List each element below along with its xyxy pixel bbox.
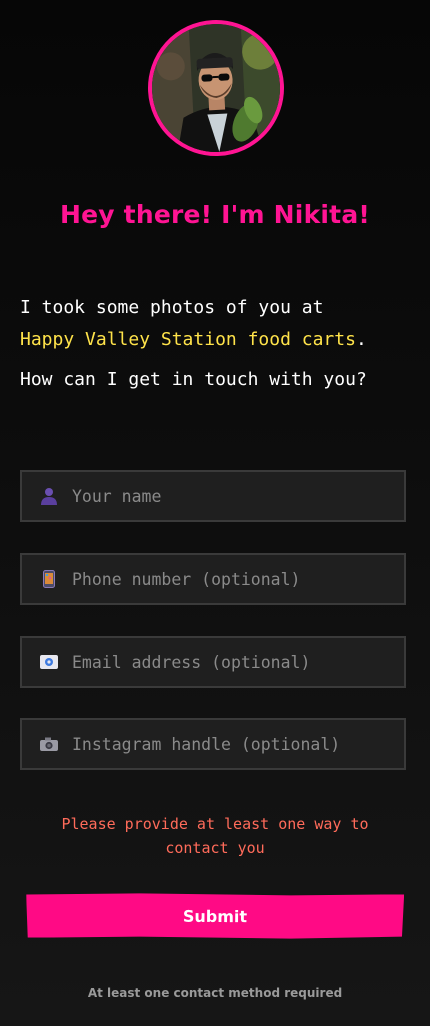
- camera-icon: [40, 735, 58, 753]
- person-icon: [40, 487, 58, 505]
- intro-period: .: [355, 329, 367, 350]
- greeting-heading: Hey there! I'm Nikita!: [60, 200, 370, 229]
- error-message: Please provide at least one way to conta…: [61, 815, 369, 857]
- intro-paragraph: I took some photos of you at Happy Valley…: [20, 292, 415, 356]
- location-highlight: Happy Valley Station food carts: [20, 329, 356, 350]
- name-field[interactable]: [20, 470, 406, 522]
- intro-line: I took some photos of you at: [20, 297, 324, 318]
- email-input[interactable]: [72, 652, 404, 672]
- instagram-field[interactable]: [20, 718, 406, 770]
- avatar-photo: [144, 16, 288, 160]
- profile-avatar: [144, 16, 288, 160]
- footnote-text: At least one contact method required: [87, 986, 343, 1000]
- phone-field[interactable]: [20, 553, 406, 605]
- submit-button[interactable]: Submit: [26, 892, 404, 941]
- contact-question: How can I get in touch with you?: [20, 369, 367, 390]
- intro-text: I took some photos of you at Happy Valley…: [20, 292, 415, 396]
- phone-input[interactable]: [72, 569, 404, 589]
- instagram-input[interactable]: [72, 734, 404, 754]
- email-icon: [40, 653, 58, 671]
- email-field[interactable]: [20, 636, 406, 688]
- name-input[interactable]: [72, 486, 404, 506]
- phone-icon: [40, 570, 58, 588]
